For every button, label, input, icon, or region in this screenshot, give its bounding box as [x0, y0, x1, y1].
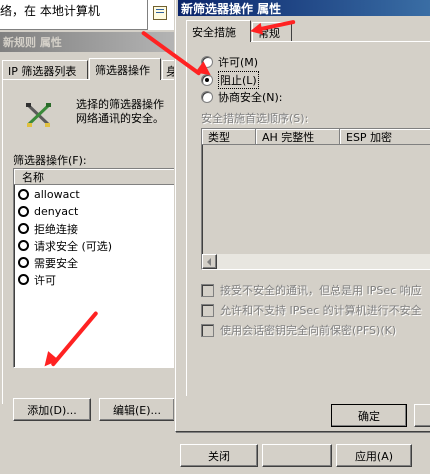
- scroll-left-button[interactable]: [202, 254, 217, 269]
- filter-action-icon: [26, 103, 51, 127]
- list-item-marker: [18, 257, 29, 268]
- list-header-name[interactable]: 名称: [14, 169, 184, 185]
- list-item-request-security[interactable]: 请求安全 (可选): [14, 237, 184, 254]
- rule-dialog-titlebar: 新规则 属性: [0, 32, 178, 52]
- list-item-marker: [18, 274, 29, 285]
- annotation-arrowhead: [248, 22, 264, 38]
- action-dialog-title: 新筛选器操作 属性: [181, 1, 282, 16]
- table-header-type[interactable]: 类型: [202, 129, 256, 145]
- tab-ip-filter-list[interactable]: IP 筛选器列表: [2, 60, 88, 80]
- cancel-button[interactable]: [414, 404, 430, 427]
- security-methods-table[interactable]: 类型 AH 完整性 ESP 加密: [201, 128, 430, 270]
- table-hscrollbar[interactable]: [202, 254, 430, 269]
- filter-actions-label: 筛选器操作(F):: [13, 154, 87, 167]
- action-dialog-titlebar: 新筛选器操作 属性: [178, 0, 430, 16]
- list-item-denyact[interactable]: denyact: [14, 203, 184, 220]
- action-dialog: 新筛选器操作 属性 安全措施 常规 许可(M) 阻止(L) 协商安全(N): 安…: [175, 0, 430, 432]
- tab-filter-action[interactable]: 筛选器操作: [89, 58, 161, 80]
- checkbox-box: [201, 323, 214, 337]
- add-button[interactable]: 添加(D)...: [13, 398, 91, 421]
- list-item-block[interactable]: 拒绝连接: [14, 220, 184, 237]
- checkbox-box: [201, 303, 214, 317]
- rule-dialog: 新规则 属性 IP 筛选器列表 筛选器操作 身 选择的筛选器操作 网络通讯的安全…: [0, 30, 184, 474]
- left-arrow-icon: [207, 258, 211, 266]
- radio-button: [201, 91, 213, 103]
- apply-button[interactable]: 应用(A): [336, 444, 412, 467]
- rule-dialog-title: 新规则 属性: [3, 36, 62, 49]
- edit-button[interactable]: 编辑(E)...: [99, 398, 175, 421]
- list-item-require-security[interactable]: 需要安全: [14, 254, 184, 271]
- ok-button[interactable]: 确定: [331, 404, 407, 427]
- checkbox-pfs[interactable]: 使用会话密钥完全向前保密(PFS)(K): [201, 322, 396, 338]
- location-text: 络，在 本地计算机: [0, 4, 100, 18]
- rule-tab-panel: 选择的筛选器操作 网络通讯的安全。 筛选器操作(F): 名称 allowact …: [2, 79, 184, 421]
- table-header-ah[interactable]: AH 完整性: [256, 129, 340, 145]
- list-item-marker: [18, 240, 29, 251]
- checkbox-allow-non-ipsec[interactable]: 允许和不支持 IPSec 的计算机进行不安全: [201, 302, 422, 318]
- preference-order-label: 安全措施首选顺序(S):: [201, 112, 309, 125]
- table-header-esp[interactable]: ESP 加密: [340, 129, 430, 145]
- checkbox-box: [201, 283, 214, 297]
- close-button[interactable]: 关闭: [180, 444, 258, 467]
- list-item-allowact[interactable]: allowact: [14, 186, 184, 203]
- list-item-permit[interactable]: 许可: [14, 271, 184, 288]
- filter-action-items: allowact denyact 拒绝连接 请求安全 (可选) 需要安全 许可: [14, 186, 184, 288]
- checkbox-accept-unsecured[interactable]: 接受不安全的通讯，但总是用 IPSec 响应: [201, 282, 422, 298]
- list-item-marker: [18, 189, 29, 200]
- rule-description: 选择的筛选器操作 网络通讯的安全。: [76, 98, 164, 125]
- list-item-marker: [18, 206, 29, 217]
- background-strip: [147, 0, 177, 30]
- cancel-button-hidden[interactable]: [262, 444, 332, 467]
- filter-action-list[interactable]: 名称 allowact denyact 拒绝连接 请求安全 (可选) 需要安全 …: [13, 168, 184, 368]
- tab-security-methods[interactable]: 安全措施: [186, 20, 251, 42]
- radio-negotiate[interactable]: 协商安全(N):: [201, 89, 283, 105]
- list-item-marker: [18, 223, 29, 234]
- security-methods-panel: 许可(M) 阻止(L) 协商安全(N): 安全措施首选顺序(S): 类型 AH …: [186, 41, 430, 396]
